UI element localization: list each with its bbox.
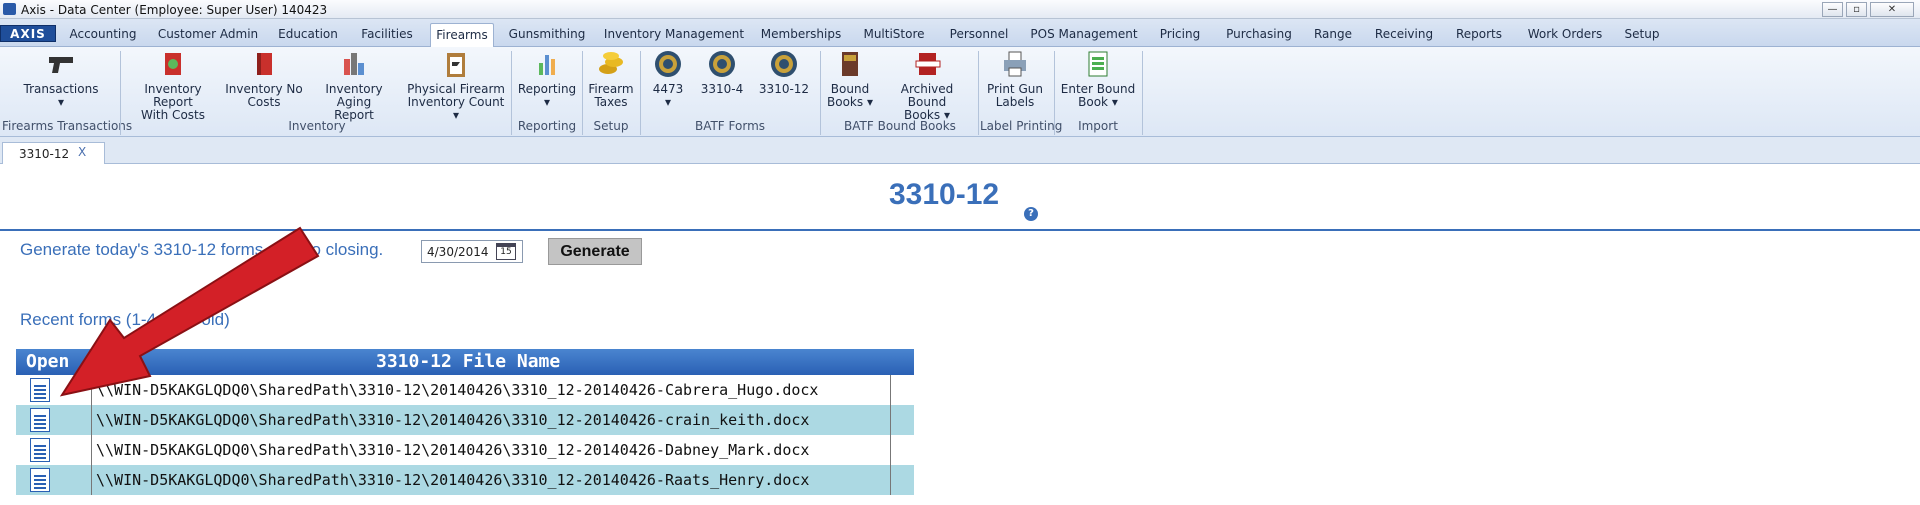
printer-icon [1004, 51, 1026, 77]
clipboard-icon [447, 53, 465, 77]
tab-firearms[interactable]: Firearms [430, 23, 494, 47]
tab-purchasing[interactable]: Purchasing [1216, 23, 1302, 47]
doc-tab-label: 3310-12 [19, 147, 70, 161]
group-firearms-transactions: Firearms Transactions [2, 119, 133, 133]
open-document-icon[interactable] [30, 438, 54, 462]
form-4473-button[interactable]: 4473 ▾ [646, 49, 690, 109]
tab-work-orders[interactable]: Work Orders [1520, 23, 1610, 47]
print-gun-labels-button[interactable]: Print Gun Labels [982, 49, 1048, 109]
generate-button[interactable]: Generate [548, 238, 642, 265]
column-header-file-name: 3310-12 File Name [376, 351, 561, 372]
coins-icon [599, 52, 623, 74]
tab-range[interactable]: Range [1310, 23, 1356, 47]
bound-books-button[interactable]: Bound Books ▾ [824, 49, 876, 109]
firearm-taxes-button[interactable]: Firearm Taxes [586, 49, 636, 109]
table-row: \\WIN-D5KAKGLQDQ0\SharedPath\3310-12\201… [16, 375, 914, 405]
tab-setup[interactable]: Setup [1620, 23, 1664, 47]
ribbon-separator [820, 51, 821, 135]
calendar-icon[interactable]: 15 [496, 243, 516, 260]
file-name-cell: \\WIN-D5KAKGLQDQ0\SharedPath\3310-12\201… [91, 465, 891, 495]
bound-book-icon [842, 52, 858, 76]
table-row: \\WIN-D5KAKGLQDQ0\SharedPath\3310-12\201… [16, 405, 914, 435]
group-reporting: Reporting [517, 119, 577, 133]
ribbon-separator [511, 51, 512, 135]
document-tab-strip: 3310-12 X [0, 137, 1920, 164]
tab-multistore[interactable]: MultiStore [854, 23, 934, 47]
module-menu-bar: AXIS Accounting Customer Admin Education… [0, 19, 1920, 47]
doc-tab-3310-12[interactable]: 3310-12 X [2, 142, 105, 164]
recent-forms-label: Recent forms (1-4 days old) [20, 310, 230, 329]
open-document-icon[interactable] [30, 378, 54, 402]
group-label-printing: Label Printing [980, 119, 1063, 133]
minimize-button[interactable]: — [1822, 2, 1843, 17]
close-tab-icon[interactable]: X [78, 145, 86, 159]
ribbon-toolbar: Transactions ▾ Firearms Transactions Inv… [0, 47, 1920, 137]
inventory-report-with-costs-button[interactable]: Inventory Report With Costs [126, 49, 220, 122]
open-document-icon[interactable] [30, 408, 54, 432]
window-title: Axis - Data Center (Employee: Super User… [21, 3, 328, 17]
archived-book-icon [915, 53, 941, 75]
reporting-button[interactable]: Reporting ▾ [516, 49, 578, 109]
tab-education[interactable]: Education [274, 23, 342, 47]
tab-reports[interactable]: Reports [1452, 23, 1506, 47]
generate-instructions: Generate today's 3310-12 forms prior to … [20, 240, 384, 259]
column-header-open: Open [26, 351, 70, 372]
tab-personnel[interactable]: Personnel [942, 23, 1016, 47]
tab-accounting[interactable]: Accounting [62, 23, 144, 47]
file-name-cell: \\WIN-D5KAKGLQDQ0\SharedPath\3310-12\201… [91, 375, 891, 405]
open-document-icon[interactable] [30, 468, 54, 492]
import-sheet-icon [1088, 51, 1108, 77]
file-name-cell: \\WIN-D5KAKGLQDQ0\SharedPath\3310-12\201… [91, 435, 891, 465]
group-inventory: Inventory [288, 119, 346, 133]
table-row: \\WIN-D5KAKGLQDQ0\SharedPath\3310-12\201… [16, 435, 914, 465]
group-setup: Setup [593, 119, 629, 133]
form-3310-12-button[interactable]: 3310-12 [756, 49, 812, 96]
ribbon-separator [978, 51, 979, 135]
enter-bound-book-button[interactable]: Enter Bound Book ▾ [1058, 49, 1138, 109]
atf-seal-icon [771, 51, 797, 77]
tab-gunsmithing[interactable]: Gunsmithing [502, 23, 592, 47]
ribbon-separator [120, 51, 121, 135]
physical-firearm-inventory-count-button[interactable]: Physical Firearm Inventory Count ▾ [406, 49, 506, 122]
title-divider [0, 229, 1920, 231]
table-header: Open 3310-12 File Name [16, 349, 914, 375]
inventory-no-costs-button[interactable]: Inventory No Costs [224, 49, 304, 109]
group-batf-forms: BATF Forms [694, 119, 766, 133]
inventory-no-costs-icon [257, 53, 272, 75]
atf-seal-icon [709, 51, 735, 77]
close-window-button[interactable]: ✕ [1870, 2, 1914, 17]
atf-seal-icon [655, 51, 681, 77]
axis-logo: AXIS [0, 25, 56, 42]
app-icon [3, 3, 16, 15]
ribbon-separator [1142, 51, 1143, 135]
tab-pos-management[interactable]: POS Management [1024, 23, 1144, 47]
ribbon-separator [582, 51, 583, 135]
recent-forms-table: Open 3310-12 File Name \\WIN-D5KAKGLQDQ0… [16, 349, 914, 495]
maximize-button[interactable]: ▫ [1846, 2, 1867, 17]
tab-facilities[interactable]: Facilities [352, 23, 422, 47]
form-3310-4-button[interactable]: 3310-4 [698, 49, 746, 96]
tab-receiving[interactable]: Receiving [1364, 23, 1444, 47]
tab-memberships[interactable]: Memberships [756, 23, 846, 47]
tab-customer-admin[interactable]: Customer Admin [152, 23, 264, 47]
inventory-costs-icon [165, 53, 181, 75]
tab-pricing[interactable]: Pricing [1152, 23, 1208, 47]
archived-bound-books-button[interactable]: Archived Bound Books ▾ [880, 49, 974, 122]
pistol-icon [49, 57, 73, 73]
inventory-aging-report-button[interactable]: Inventory Aging Report [308, 49, 400, 122]
file-name-cell: \\WIN-D5KAKGLQDQ0\SharedPath\3310-12\201… [91, 405, 891, 435]
reporting-chart-icon [539, 55, 555, 75]
transactions-button[interactable]: Transactions ▾ [20, 49, 102, 109]
group-import: Import [1078, 119, 1118, 133]
ribbon-separator [1054, 51, 1055, 135]
tab-inventory-management[interactable]: Inventory Management [600, 23, 748, 47]
ribbon-separator [640, 51, 641, 135]
title-bar: Axis - Data Center (Employee: Super User… [0, 0, 1920, 19]
group-batf-bound-books: BATF Bound Books [844, 119, 956, 133]
table-row: \\WIN-D5KAKGLQDQ0\SharedPath\3310-12\201… [16, 465, 914, 495]
aging-report-icon [344, 53, 364, 75]
page-title: 3310-12 [889, 178, 1000, 211]
help-icon[interactable]: ? [1024, 207, 1038, 221]
